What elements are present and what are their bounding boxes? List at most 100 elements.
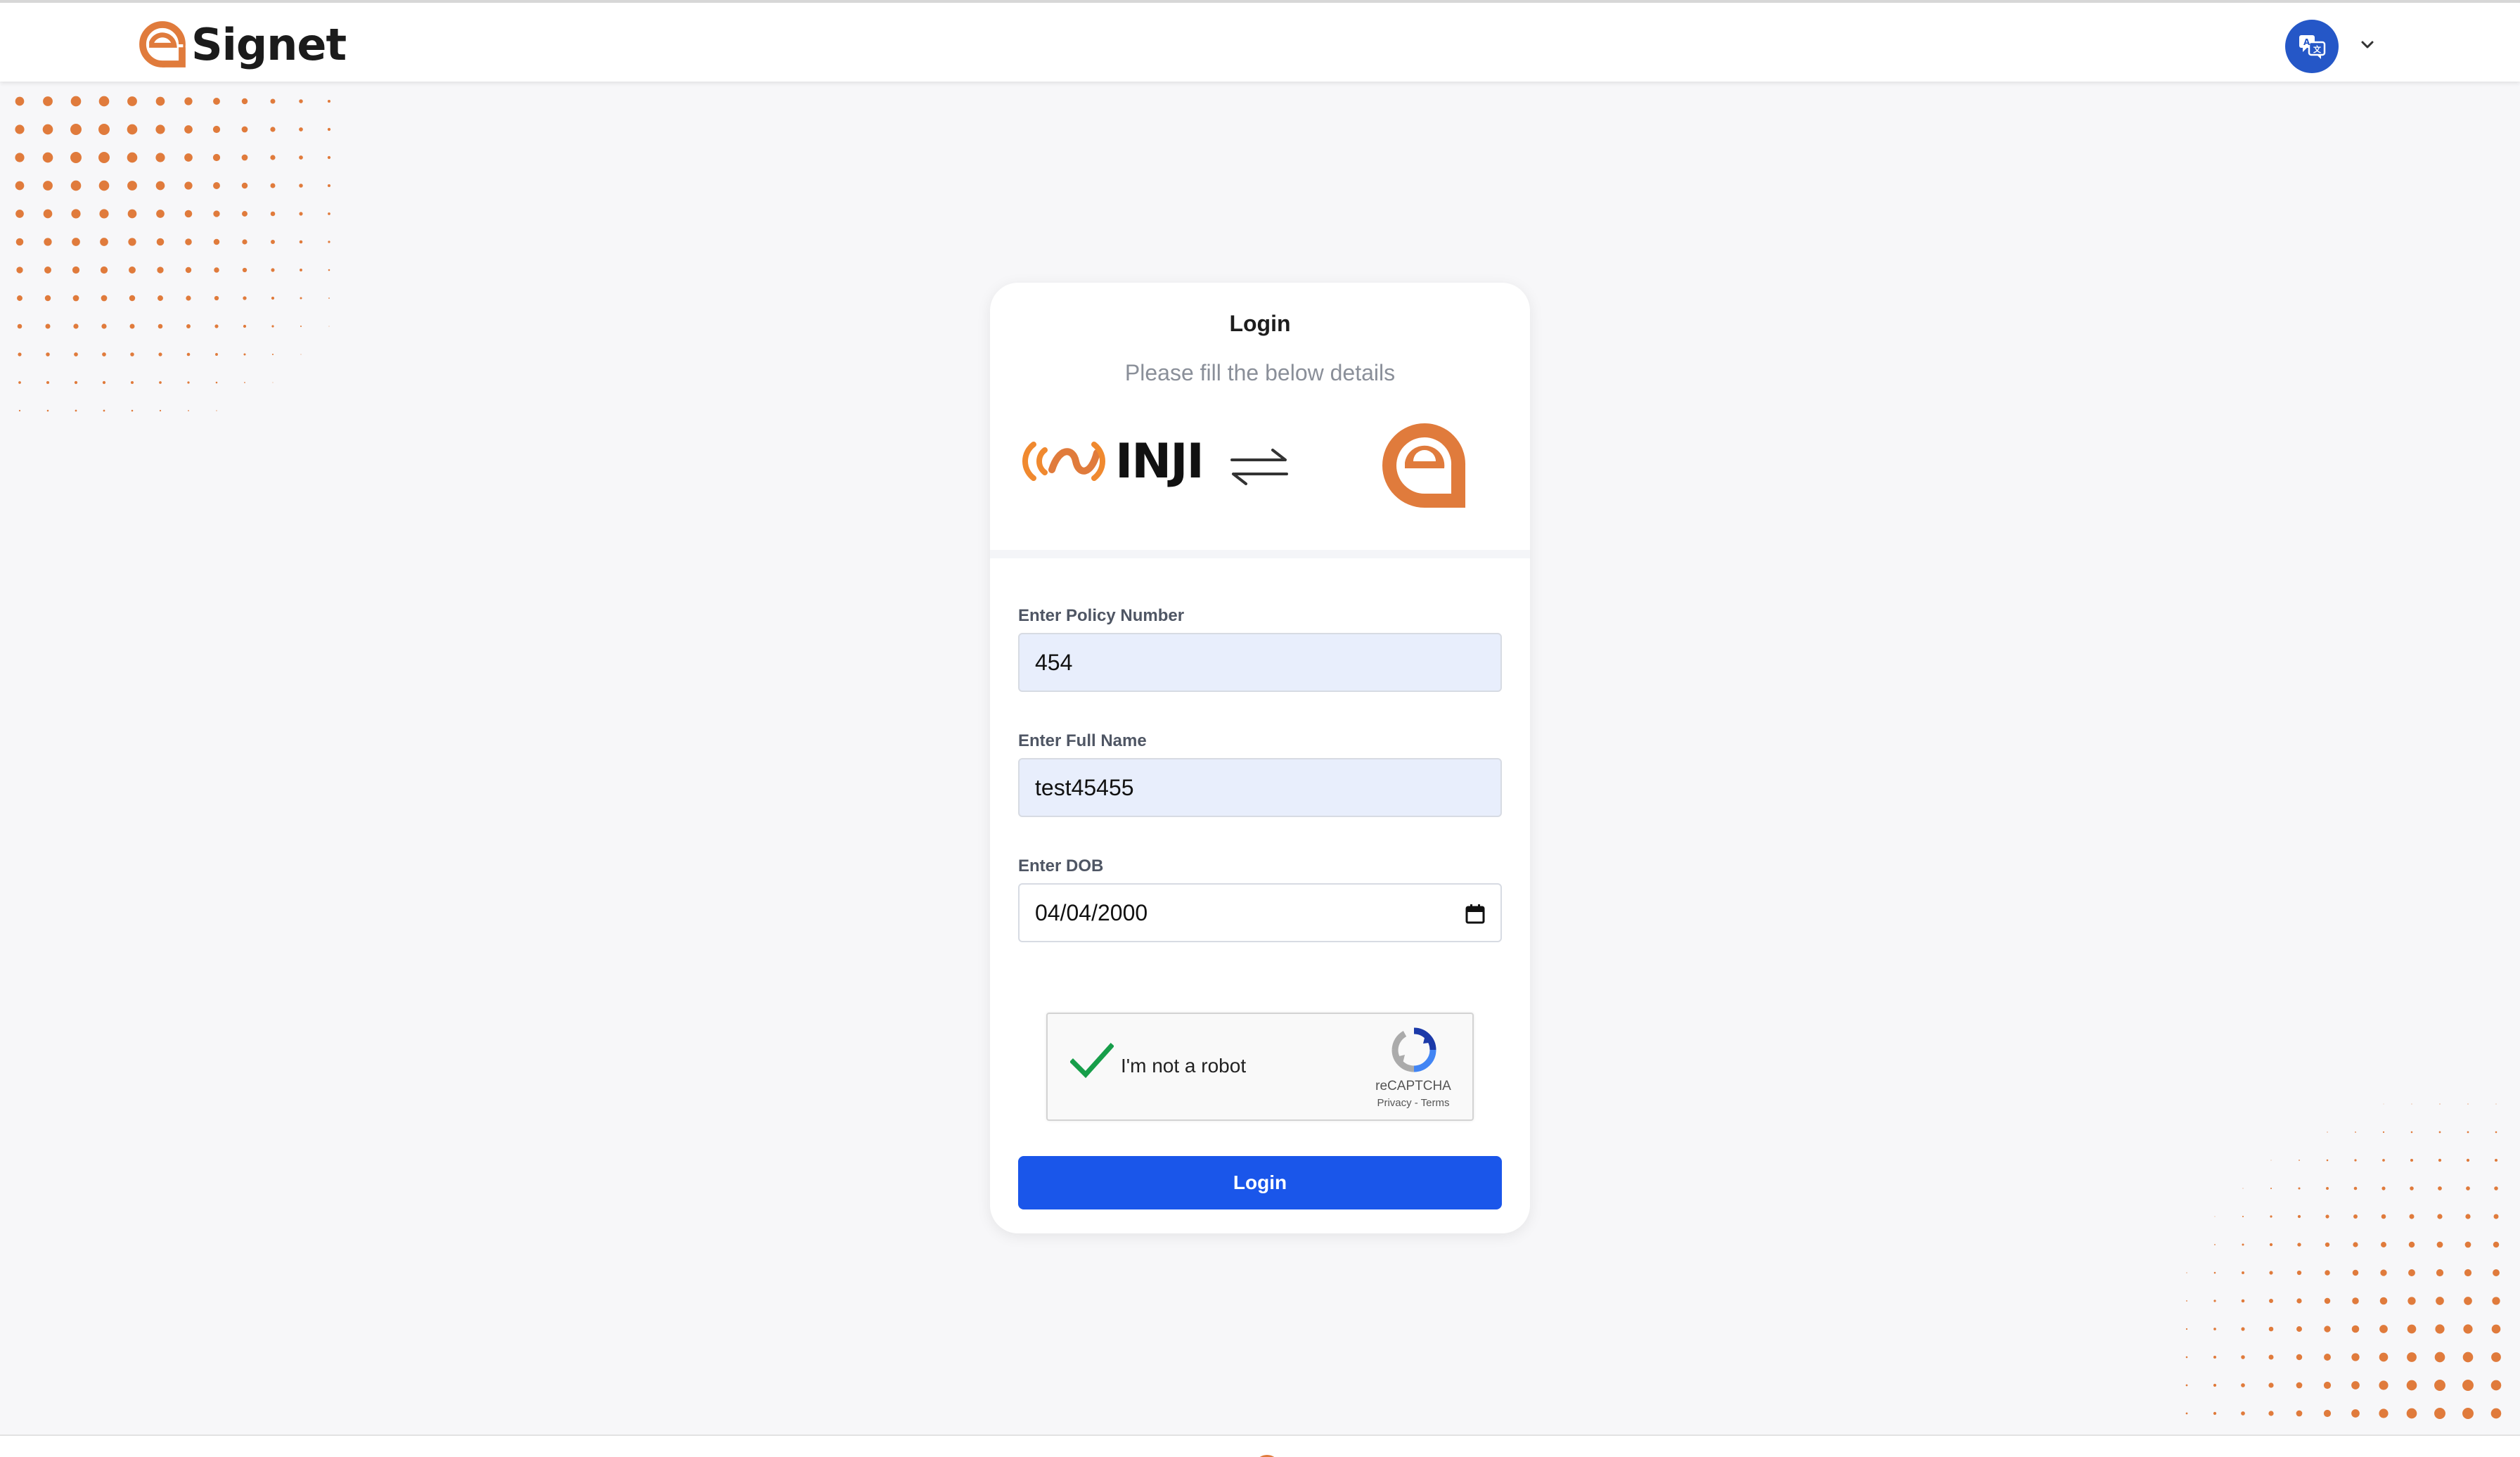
decorative-dot — [270, 98, 276, 104]
decorative-dot — [2296, 1382, 2303, 1389]
decorative-dot — [242, 239, 248, 245]
decorative-dot — [16, 267, 23, 274]
decorative-dot — [129, 323, 135, 329]
page: Signet A 文 Login Please fill the below d… — [0, 0, 2520, 1457]
decorative-dot — [43, 209, 53, 219]
decorative-dot — [2325, 1214, 2329, 1219]
svg-text:文: 文 — [2313, 44, 2322, 54]
decorative-dot — [328, 240, 330, 243]
decorative-dot — [2493, 1241, 2500, 1248]
recaptcha-logo-icon — [1391, 1027, 1436, 1072]
decorative-dot — [271, 296, 275, 300]
decorative-dot — [98, 152, 110, 163]
full-name-input[interactable]: test45455 — [1018, 758, 1502, 817]
full-name-label: Enter Full Name — [1018, 731, 1147, 750]
decorative-dot — [2323, 1409, 2332, 1418]
decorative-dot — [214, 267, 219, 273]
decorative-dot — [2242, 1215, 2244, 1218]
decorative-dot — [44, 238, 52, 246]
decorative-dot — [215, 353, 218, 356]
decorative-dot — [44, 267, 51, 274]
decorative-dot — [98, 96, 110, 107]
language-selector-button[interactable]: A 文 — [2285, 20, 2339, 73]
decorative-dot — [72, 295, 79, 302]
decorative-dot — [2382, 1159, 2385, 1162]
decorative-dot — [241, 154, 248, 161]
decorative-dot — [242, 267, 248, 273]
login-subtitle: Please fill the below details — [1124, 360, 1396, 385]
decorative-dot — [241, 182, 248, 189]
decorative-dot — [70, 124, 82, 135]
decorative-dot — [44, 295, 51, 302]
decorative-dot — [2462, 1380, 2474, 1391]
decorative-dot — [2298, 1187, 2301, 1190]
decorative-dot — [2434, 1408, 2445, 1419]
decorative-dot — [2406, 1380, 2417, 1391]
svg-text:A: A — [2303, 37, 2310, 47]
decorative-dot — [300, 325, 302, 328]
decorative-dot — [43, 96, 53, 106]
checkmark-icon[interactable] — [1070, 1042, 1114, 1079]
inji-logo: INJI — [1018, 433, 1204, 489]
decorative-dot — [2297, 1243, 2301, 1247]
decorative-dot — [271, 353, 274, 356]
decorative-dot — [2269, 1243, 2273, 1247]
decorative-dot — [188, 410, 189, 411]
login-button[interactable]: Login — [1018, 1156, 1502, 1209]
decorative-dot — [2490, 1380, 2502, 1391]
decorative-dot — [2325, 1270, 2330, 1276]
decorative-dot — [100, 266, 108, 274]
decorative-dot — [212, 125, 221, 134]
recaptcha-label[interactable]: I'm not a robot — [1121, 1055, 1246, 1077]
recaptcha-privacy-terms-links[interactable]: Privacy - Terms — [1357, 1097, 1470, 1109]
decorative-dot — [270, 211, 276, 217]
decorative-dot — [2439, 1103, 2441, 1105]
decorative-dot — [2213, 1271, 2216, 1274]
decorative-dot — [2467, 1103, 2469, 1105]
decorative-dot — [2213, 1411, 2217, 1416]
decorative-dot — [2351, 1353, 2360, 1361]
decorative-dot — [2493, 1269, 2500, 1276]
decorative-dot — [2467, 1131, 2469, 1134]
brand-logo[interactable]: Signet — [138, 19, 347, 70]
chevron-down-icon[interactable] — [2359, 37, 2376, 53]
decorative-dot — [74, 352, 78, 357]
policy-number-input[interactable]: 454 — [1018, 633, 1502, 692]
footer-logo-icon — [1259, 1455, 1275, 1457]
inji-wordmark: INJI — [1115, 433, 1204, 489]
decorative-dot — [184, 97, 193, 105]
decorative-dot — [328, 269, 330, 271]
decorative-dot — [2241, 1411, 2245, 1416]
decorative-dot — [2353, 1186, 2358, 1190]
decorative-dot — [2462, 1352, 2474, 1363]
decorative-dot — [102, 380, 106, 385]
decorative-dot — [2186, 1300, 2187, 1302]
decorative-dot — [130, 352, 134, 357]
decorative-dot — [2465, 1214, 2471, 1219]
decorative-dot — [2326, 1187, 2329, 1190]
decorative-dot — [299, 99, 303, 103]
decorative-dot — [270, 155, 276, 160]
decorative-dot — [127, 181, 137, 191]
decorative-dot — [127, 152, 138, 163]
decorative-dot — [2353, 1242, 2358, 1247]
dob-input[interactable]: 04/04/2000 — [1018, 883, 1502, 942]
decorative-dot — [243, 353, 246, 356]
decorative-dot — [243, 324, 247, 328]
login-card-header: Login Please fill the below details INJI — [990, 283, 1530, 558]
calendar-icon[interactable] — [1464, 903, 1486, 925]
decorative-dot — [2324, 1354, 2331, 1361]
decorative-dot — [72, 266, 80, 274]
dob-value: 04/04/2000 — [1035, 899, 1148, 925]
decorative-dot — [2351, 1381, 2360, 1389]
decorative-dot — [328, 212, 330, 215]
decorative-dot — [156, 238, 165, 246]
decorative-dot — [155, 181, 165, 191]
decorative-dot — [98, 180, 110, 191]
decorative-dot — [159, 409, 162, 412]
decorative-dot — [2213, 1383, 2217, 1387]
decorative-dot — [2493, 1214, 2499, 1219]
decorative-dot — [2434, 1352, 2445, 1363]
decorative-dot — [103, 409, 105, 412]
decorative-dot — [2379, 1325, 2388, 1333]
